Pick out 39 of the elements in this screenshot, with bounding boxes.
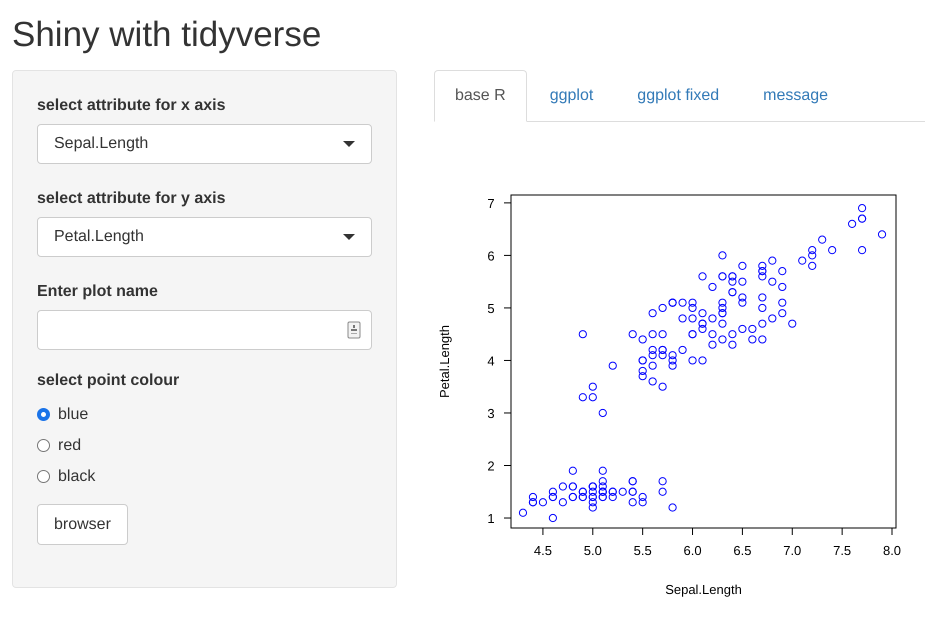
- field-label: select attribute for x axis: [37, 97, 227, 115]
- x-tick-label: 7.0: [783, 543, 802, 558]
- radio-button[interactable]: [37, 408, 50, 421]
- field-label: select attribute for y axis: [37, 190, 227, 208]
- caret-icon: [343, 234, 355, 240]
- radio-button[interactable]: [37, 439, 50, 452]
- select-dropdown[interactable]: Sepal.Length: [37, 124, 372, 164]
- x-tick-label: 4.5: [534, 543, 552, 558]
- x-tick-label: 5.0: [584, 543, 602, 558]
- field-label: Enter plot name: [37, 283, 159, 301]
- radio-label: red: [58, 436, 82, 454]
- x-tick-label: 7.5: [833, 543, 852, 558]
- field-label: select point colour: [37, 372, 180, 390]
- y-tick-label: 2: [487, 458, 495, 474]
- y-tick-label: 4: [487, 353, 495, 368]
- y-tick-label: 1: [487, 511, 495, 526]
- tab[interactable]: base R: [434, 70, 527, 122]
- tab[interactable]: message: [742, 70, 850, 121]
- y-tick-label: 7: [487, 196, 495, 211]
- page-title: Shiny with tidyverse: [11, 14, 322, 56]
- x-tick-label: 6.0: [684, 543, 702, 558]
- x-axis-title: Sepal.Length: [665, 582, 742, 597]
- browser-button[interactable]: browser: [37, 504, 128, 545]
- text-field[interactable]: [37, 310, 372, 350]
- radio-button[interactable]: [37, 470, 50, 483]
- x-tick-label: 5.5: [634, 543, 652, 558]
- select-dropdown[interactable]: Petal.Length: [37, 217, 372, 257]
- y-tick-label: 6: [487, 248, 495, 264]
- y-axis-title: Petal.Length: [437, 325, 452, 398]
- tab[interactable]: ggplot: [528, 70, 614, 121]
- y-tick-label: 3: [487, 406, 495, 421]
- caret-icon: [343, 141, 355, 147]
- contact-card-icon: [347, 321, 361, 339]
- x-tick-label: 8.0: [882, 543, 902, 558]
- radio-label: blue: [58, 406, 88, 424]
- y-tick-label: 5: [487, 300, 495, 316]
- radio-label: black: [58, 468, 96, 486]
- x-tick-label: 6.5: [733, 543, 752, 558]
- tab[interactable]: ggplot fixed: [616, 70, 740, 121]
